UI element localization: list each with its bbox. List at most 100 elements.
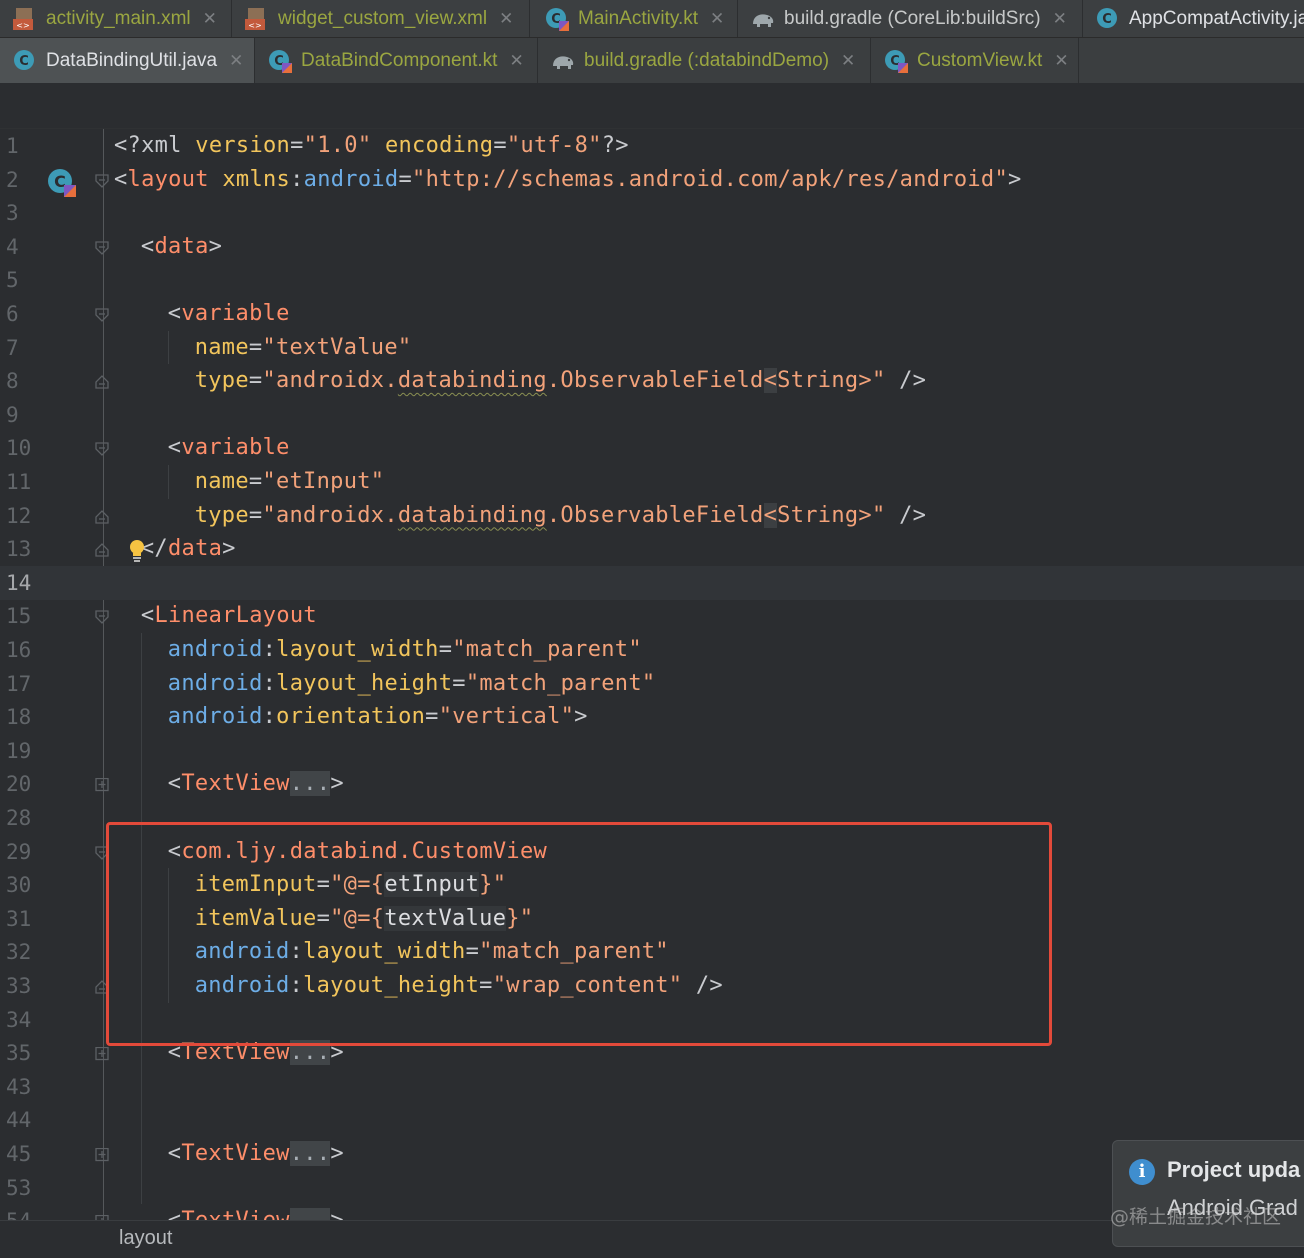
line-number[interactable]: 1 xyxy=(6,129,36,163)
line-number[interactable]: 29 xyxy=(6,835,36,869)
line-number[interactable]: 43 xyxy=(6,1070,36,1104)
line-number[interactable]: 34 xyxy=(6,1003,36,1037)
close-icon[interactable]: ✕ xyxy=(203,9,217,29)
code-line[interactable]: 4 <data> xyxy=(0,230,1304,264)
fold-collapse-icon[interactable] xyxy=(94,307,110,322)
line-number[interactable]: 13 xyxy=(6,532,36,566)
line-number[interactable]: 19 xyxy=(6,734,36,768)
code-text[interactable]: <variable xyxy=(168,297,290,331)
code-text[interactable]: android:layout_height="match_parent" xyxy=(168,667,656,701)
line-number[interactable]: 8 xyxy=(6,364,36,398)
line-number[interactable]: 44 xyxy=(6,1103,36,1137)
code-text[interactable]: <LinearLayout xyxy=(141,599,317,633)
code-text[interactable]: <layout xmlns:android="http://schemas.an… xyxy=(114,163,1022,197)
line-number[interactable]: 32 xyxy=(6,935,36,969)
code-line[interactable]: 9 xyxy=(0,398,1304,432)
line-number[interactable]: 11 xyxy=(6,465,36,499)
code-line[interactable]: 45 <TextView...> xyxy=(0,1137,1304,1171)
line-number[interactable]: 7 xyxy=(6,331,36,365)
kotlin-class-marker-icon[interactable]: C xyxy=(46,167,76,197)
code-line[interactable]: 53 xyxy=(0,1171,1304,1205)
fold-collapse-icon[interactable] xyxy=(94,509,110,524)
close-icon[interactable]: ✕ xyxy=(499,9,513,29)
line-number[interactable]: 6 xyxy=(6,297,36,331)
code-line[interactable]: 43 xyxy=(0,1070,1304,1104)
code-line[interactable]: 20 <TextView...> xyxy=(0,767,1304,801)
tab-build-gradle-corelib-buildsrc[interactable]: build.gradle (CoreLib:buildSrc) ✕ xyxy=(738,0,1083,37)
close-icon[interactable]: ✕ xyxy=(1054,51,1068,71)
tab-widget-custom-view-xml[interactable]: <> widget_custom_view.xml ✕ xyxy=(232,0,530,37)
close-icon[interactable]: ✕ xyxy=(1053,9,1067,29)
close-icon[interactable]: ✕ xyxy=(841,51,855,71)
code-line[interactable]: 17 android:layout_height="match_parent" xyxy=(0,667,1304,701)
tab-databindingutil-java[interactable]: C DataBindingUtil.java ✕ xyxy=(0,38,255,83)
code-line[interactable]: 44 xyxy=(0,1103,1304,1137)
code-text[interactable]: <?xml version="1.0" encoding="utf-8"?> xyxy=(114,129,629,163)
code-line[interactable]: 14 xyxy=(0,565,1304,600)
code-text[interactable]: name="etInput" xyxy=(195,465,385,499)
line-number[interactable]: 16 xyxy=(6,633,36,667)
code-line[interactable]: 15 <LinearLayout xyxy=(0,599,1304,633)
code-line[interactable]: 18 android:orientation="vertical"> xyxy=(0,700,1304,734)
lightbulb-icon[interactable] xyxy=(128,539,146,563)
line-number[interactable]: 2 xyxy=(6,163,36,197)
line-number[interactable]: 18 xyxy=(6,700,36,734)
code-line[interactable]: 7 name="textValue" xyxy=(0,331,1304,365)
tab-build-gradle-databinddemo[interactable]: build.gradle (:databindDemo) ✕ xyxy=(538,38,871,83)
code-text[interactable]: <data> xyxy=(141,230,222,264)
fold-collapse-icon[interactable] xyxy=(94,374,110,389)
code-line[interactable]: 11 name="etInput" xyxy=(0,465,1304,499)
code-text[interactable]: android:layout_width="match_parent" xyxy=(168,633,642,667)
close-icon[interactable]: ✕ xyxy=(229,51,243,71)
line-number[interactable]: 30 xyxy=(6,868,36,902)
code-editor[interactable]: 1 <?xml version="1.0" encoding="utf-8"?> 2… xyxy=(0,129,1304,1220)
line-number[interactable]: 12 xyxy=(6,499,36,533)
tab-activity-main-xml[interactable]: <> activity_main.xml ✕ xyxy=(0,0,232,37)
close-icon[interactable]: ✕ xyxy=(710,9,724,29)
code-line[interactable]: 19 xyxy=(0,734,1304,768)
line-number[interactable]: 28 xyxy=(6,801,36,835)
code-text[interactable]: </data> xyxy=(141,532,236,566)
code-line[interactable]: 10 <variable xyxy=(0,431,1304,465)
code-text[interactable]: name="textValue" xyxy=(195,331,412,365)
code-text[interactable]: <TextView...> xyxy=(168,767,344,801)
tab-databindcomponent-kt[interactable]: C DataBindComponent.kt ✕ xyxy=(255,38,538,83)
code-line[interactable]: 3 xyxy=(0,196,1304,230)
fold-collapse-icon[interactable] xyxy=(94,609,110,625)
notification-balloon[interactable]: i Project upda Android Grad xyxy=(1112,1140,1304,1247)
line-number[interactable]: 45 xyxy=(6,1137,36,1171)
line-number[interactable]: 5 xyxy=(6,263,36,297)
line-number[interactable]: 20 xyxy=(6,767,36,801)
line-number[interactable]: 53 xyxy=(6,1171,36,1205)
fold-collapse-icon[interactable] xyxy=(94,542,110,557)
fold-expand-icon[interactable] xyxy=(94,1046,110,1061)
tab-appcompatactivity-ja[interactable]: C AppCompatActivity.ja xyxy=(1083,0,1304,37)
line-number[interactable]: 31 xyxy=(6,902,36,936)
line-number[interactable]: 17 xyxy=(6,667,36,701)
line-number[interactable]: 10 xyxy=(6,431,36,465)
code-text[interactable]: type="androidx.databinding.ObservableFie… xyxy=(195,364,926,398)
breadcrumb[interactable]: layout xyxy=(119,1227,172,1250)
line-number[interactable]: 54 xyxy=(6,1204,36,1220)
fold-collapse-icon[interactable] xyxy=(94,240,110,255)
code-line[interactable]: 8 type="androidx.databinding.ObservableFi… xyxy=(0,364,1304,398)
line-number[interactable]: 14 xyxy=(6,566,36,600)
line-number[interactable]: 35 xyxy=(6,1036,36,1070)
code-line[interactable]: 6 <variable xyxy=(0,297,1304,331)
code-line[interactable]: 54 <TextView...> xyxy=(0,1204,1304,1220)
close-icon[interactable]: ✕ xyxy=(509,51,523,71)
line-number[interactable]: 33 xyxy=(6,969,36,1003)
tab-mainactivity-kt[interactable]: C MainActivity.kt ✕ xyxy=(532,0,738,37)
fold-expand-icon[interactable] xyxy=(94,777,110,792)
fold-collapse-icon[interactable] xyxy=(94,173,110,188)
line-number[interactable]: 4 xyxy=(6,230,36,264)
code-line[interactable]: 5 xyxy=(0,263,1304,297)
fold-expand-icon[interactable] xyxy=(94,1147,110,1162)
code-text[interactable]: android:orientation="vertical"> xyxy=(168,700,588,734)
code-text[interactable]: <variable xyxy=(168,431,290,465)
line-number[interactable]: 15 xyxy=(6,599,36,633)
code-line[interactable]: 16 android:layout_width="match_parent" xyxy=(0,633,1304,667)
line-number[interactable]: 3 xyxy=(6,196,36,230)
line-number[interactable]: 9 xyxy=(6,398,36,432)
code-line[interactable]: 2 <layout xmlns:android="http://schemas.a… xyxy=(0,163,1304,197)
